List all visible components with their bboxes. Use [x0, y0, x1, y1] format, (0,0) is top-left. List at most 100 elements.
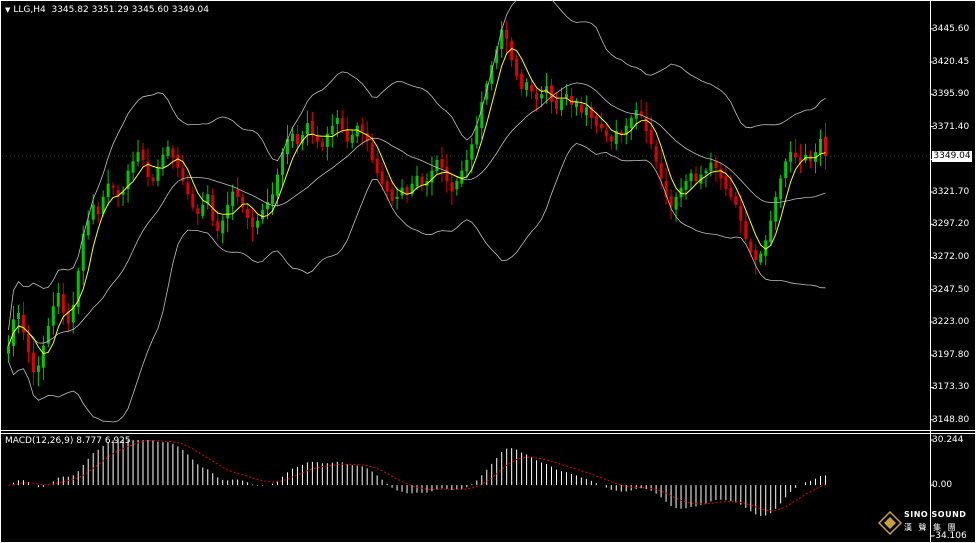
- candle-body: [729, 187, 733, 197]
- price-tick-label: 3173.30: [932, 382, 970, 393]
- candle-body: [51, 306, 55, 326]
- candle-body: [405, 186, 409, 195]
- candle-body: [470, 144, 474, 160]
- candle-body: [16, 312, 20, 320]
- bollinger-middle-line: [8, 82, 826, 346]
- candle-body: [535, 93, 539, 100]
- candle-body: [261, 210, 265, 220]
- candle-body: [191, 194, 195, 208]
- macd-signal-line: [8, 440, 826, 512]
- candle-body: [540, 94, 544, 99]
- candle-body: [176, 154, 180, 168]
- candle-body: [475, 125, 479, 145]
- candle-body: [226, 204, 230, 219]
- candle-body: [525, 82, 529, 91]
- candle-body: [251, 217, 255, 228]
- candle-body: [709, 162, 713, 171]
- candle-body: [315, 135, 319, 142]
- candle-body: [505, 29, 509, 39]
- candle-body: [574, 102, 578, 108]
- candle-body: [455, 181, 459, 190]
- bollinger-upper-line: [8, 0, 826, 330]
- candle-body: [276, 174, 280, 196]
- candle-body: [734, 196, 738, 205]
- candle-body: [515, 58, 519, 76]
- candle-body: [440, 159, 444, 168]
- price-tick-label: 3247.50: [932, 284, 970, 295]
- candle-body: [819, 138, 823, 155]
- price-tick-label: 3321.70: [932, 187, 970, 198]
- candle-body: [201, 204, 205, 216]
- candle-body: [310, 120, 314, 136]
- trading-chart-window: ▼ LLG,H4 3345.82 3351.29 3345.60 3349.04 …: [0, 0, 976, 543]
- price-tick-label: 3223.00: [932, 317, 970, 327]
- candle-body: [131, 161, 135, 173]
- price-tick-label: 3371.40: [932, 121, 970, 132]
- candle-body: [704, 170, 708, 174]
- candle-body: [779, 178, 783, 200]
- candle-body: [370, 142, 374, 161]
- candle-body: [231, 191, 235, 207]
- candle-body: [674, 196, 678, 210]
- candle-body: [61, 294, 65, 313]
- macd-header: MACD(12,26,9) 8.777 6.925: [5, 436, 131, 447]
- candle-body: [166, 146, 170, 156]
- candle-body: [360, 124, 364, 132]
- candle-body: [280, 152, 284, 175]
- current-price-label: 3349.04: [932, 151, 972, 163]
- candle-body: [554, 100, 558, 109]
- price-tick-label: 3420.45: [932, 56, 970, 67]
- candle-body: [794, 152, 798, 158]
- macd-tick-label: 30.244: [932, 435, 964, 445]
- candle-body: [719, 168, 723, 179]
- candle-body: [609, 136, 613, 142]
- candle-body: [106, 183, 110, 197]
- candle-body: [694, 173, 698, 182]
- candle-body: [769, 220, 773, 243]
- candle-body: [435, 160, 439, 172]
- candle-body: [599, 123, 603, 129]
- candle-body: [749, 241, 753, 253]
- candle-body: [774, 196, 778, 222]
- price-tick-label: 3445.60: [932, 23, 970, 34]
- macd-values: 8.777 6.925: [76, 436, 131, 446]
- candle-body: [385, 181, 389, 192]
- candle-body: [41, 345, 45, 368]
- candle-body: [26, 333, 30, 353]
- candle-body: [320, 141, 324, 147]
- candle-body: [340, 118, 344, 130]
- price-tick-label: 3148.80: [932, 414, 970, 425]
- candle-body: [789, 152, 793, 162]
- logo-name: SINO SOUND: [904, 510, 967, 519]
- candle-body: [654, 146, 658, 162]
- candle-body: [520, 73, 524, 89]
- candle-body: [569, 95, 573, 105]
- price-tick-label: 3297.20: [932, 219, 970, 230]
- candle-body: [196, 208, 200, 215]
- macd-label: MACD(12,26,9): [5, 436, 74, 446]
- candle-body: [659, 163, 663, 179]
- candle-body: [136, 152, 140, 162]
- candle-body: [96, 206, 100, 215]
- chart-header: ▼ LLG,H4 3345.82 3351.29 3345.60 3349.04: [5, 5, 209, 16]
- candle-body: [21, 314, 25, 333]
- candle-body: [375, 158, 379, 174]
- price-tick-label: 3197.80: [932, 350, 970, 361]
- candle-body: [171, 148, 175, 158]
- candle-body: [445, 166, 449, 182]
- chart-canvas: [0, 0, 976, 543]
- candle-body: [450, 182, 454, 192]
- candle-body: [295, 134, 299, 145]
- ohlc-values: 3345.82 3351.29 3345.60 3349.04: [51, 5, 209, 15]
- candle-body: [644, 116, 648, 132]
- candle-body: [236, 189, 240, 197]
- window-border: [0, 0, 976, 543]
- price-tick-label: 3272.00: [932, 252, 970, 263]
- macd-tick-label: 0.00: [932, 480, 953, 491]
- candle-body: [465, 160, 469, 172]
- sino-sound-logo: SINO SOUND 漢 聲 集 團: [876, 508, 974, 540]
- dropdown-arrow-icon[interactable]: ▼: [5, 6, 10, 14]
- candle-body: [156, 167, 160, 181]
- candle-body: [759, 253, 763, 263]
- candle-body: [604, 130, 608, 137]
